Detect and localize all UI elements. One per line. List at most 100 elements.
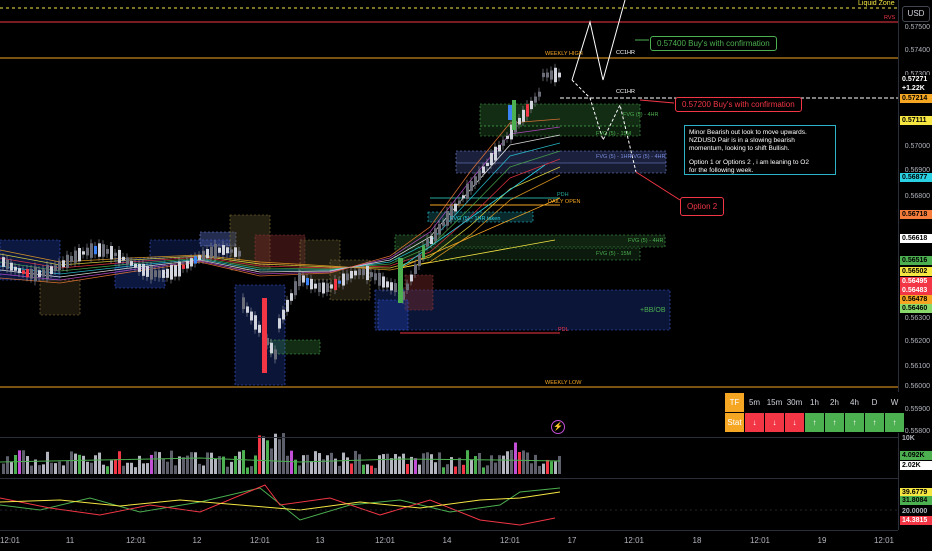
candle — [34, 266, 37, 282]
osc-line-green — [0, 487, 561, 521]
analysis-text-box[interactable]: Minor Bearish out look to move upwards. … — [684, 125, 836, 175]
time-axis[interactable]: 12:01 11 12:01 12 12:01 13 12:01 14 12:01 17 12:01… — [0, 530, 898, 551]
tf-cell-d: D — [864, 392, 885, 413]
option1-path — [571, 0, 626, 81]
volume-bar — [534, 454, 537, 474]
volume-bar — [342, 452, 345, 474]
candle — [362, 269, 365, 276]
volume-bar — [542, 463, 545, 474]
candle — [410, 274, 413, 282]
price-chart[interactable] — [0, 0, 932, 550]
tf-cell-w: W — [884, 392, 905, 413]
candle — [478, 170, 481, 181]
time-tick: 17 — [567, 536, 577, 545]
volume-bar — [258, 435, 261, 474]
tf-cell-4h: 4h — [844, 392, 865, 413]
candle — [18, 268, 21, 274]
lightning-icon[interactable]: ⚡ — [551, 420, 565, 434]
option2-note[interactable]: Option 2 — [680, 197, 725, 216]
oscillator-tick: 20.0000 — [900, 507, 932, 516]
candle — [314, 283, 317, 289]
volume-bar — [434, 462, 437, 474]
currency-button[interactable]: USD — [902, 6, 930, 22]
volume-bar — [402, 453, 405, 474]
candle — [238, 250, 241, 257]
tf-arrow-down-icon: ↓ — [744, 412, 765, 433]
candle — [78, 247, 81, 262]
fvg-zone — [404, 274, 434, 311]
volume-bar — [122, 465, 125, 474]
candle — [130, 261, 133, 266]
candle — [446, 211, 449, 226]
price-tick: 0.56300 — [904, 315, 930, 322]
rvs-label: RVS — [884, 15, 896, 21]
volume-bar — [454, 466, 457, 474]
time-tick: 12:01 — [374, 536, 396, 545]
volume-bar — [86, 461, 89, 474]
volume-bar — [418, 464, 421, 474]
volume-bar — [470, 459, 473, 474]
candle — [530, 100, 533, 110]
volume-bar — [382, 454, 385, 474]
candle — [146, 266, 149, 277]
volume-bar — [366, 464, 369, 474]
candle — [150, 265, 153, 280]
bb-ob-label: +BB/OB — [640, 307, 666, 314]
volume-bar — [98, 452, 101, 474]
buy-note-057400[interactable]: 0.57400 Buy's with confirmation — [650, 36, 777, 51]
volume-bar — [310, 461, 313, 474]
price-badge: +1.22K — [900, 84, 932, 93]
volume-bar — [70, 451, 73, 474]
candle — [498, 144, 501, 152]
candle — [70, 256, 73, 262]
volume-bar — [518, 452, 521, 474]
volume-bar — [498, 455, 501, 474]
buy-note-057200[interactable]: 0.57200 Buy's with confirmation — [675, 97, 802, 112]
candle — [274, 349, 277, 360]
candle — [330, 284, 333, 289]
price-badge: 0.57214 — [900, 94, 932, 103]
candle — [50, 266, 53, 275]
volume-bar — [94, 455, 97, 474]
volume-bar — [546, 459, 549, 474]
fvg-label: FVG (5) - 4HR — [628, 238, 664, 244]
oscillator-tick: 14.3815 — [900, 516, 932, 525]
candle — [322, 282, 325, 294]
volume-bar — [90, 462, 93, 474]
volume-bar — [354, 450, 357, 474]
pane-separator[interactable] — [0, 478, 898, 479]
note-connector — [639, 99, 675, 104]
time-tick: 12:01 — [499, 536, 521, 545]
candle — [46, 264, 49, 279]
candle — [82, 251, 85, 255]
volume-bar — [74, 453, 77, 474]
volume-bar — [414, 458, 417, 474]
tf-cell-15m: 15m — [764, 392, 785, 413]
daily-open-label: DAILY OPEN — [548, 199, 581, 205]
fvg-label: FVG (5) - 4HR — [623, 112, 659, 118]
volume-bar — [254, 455, 257, 474]
volume-bar — [58, 461, 61, 474]
candle — [374, 273, 377, 281]
fvg-label: FVG (5) - 1HR taken — [450, 216, 501, 222]
pane-separator[interactable] — [0, 437, 898, 438]
volume-bar — [466, 450, 469, 474]
price-badge: 0.57271 — [900, 75, 932, 84]
time-tick: 12:01 — [0, 536, 21, 545]
candle — [86, 247, 89, 256]
candle — [102, 244, 105, 257]
price-tick: 0.57500 — [904, 24, 930, 31]
volume-bar — [146, 463, 149, 474]
volume-bar — [278, 439, 281, 474]
price-axis[interactable]: 0.575250.575000.574000.573000.570000.569… — [898, 0, 932, 530]
candle — [462, 195, 465, 199]
candle — [250, 311, 253, 321]
candle — [442, 221, 445, 226]
volume-bar — [422, 453, 425, 474]
candle — [418, 254, 421, 267]
candle — [306, 277, 309, 286]
volume-bar — [62, 465, 65, 474]
volume-tick: 4.092K — [900, 451, 932, 460]
candle — [10, 262, 13, 271]
candle — [454, 203, 457, 212]
